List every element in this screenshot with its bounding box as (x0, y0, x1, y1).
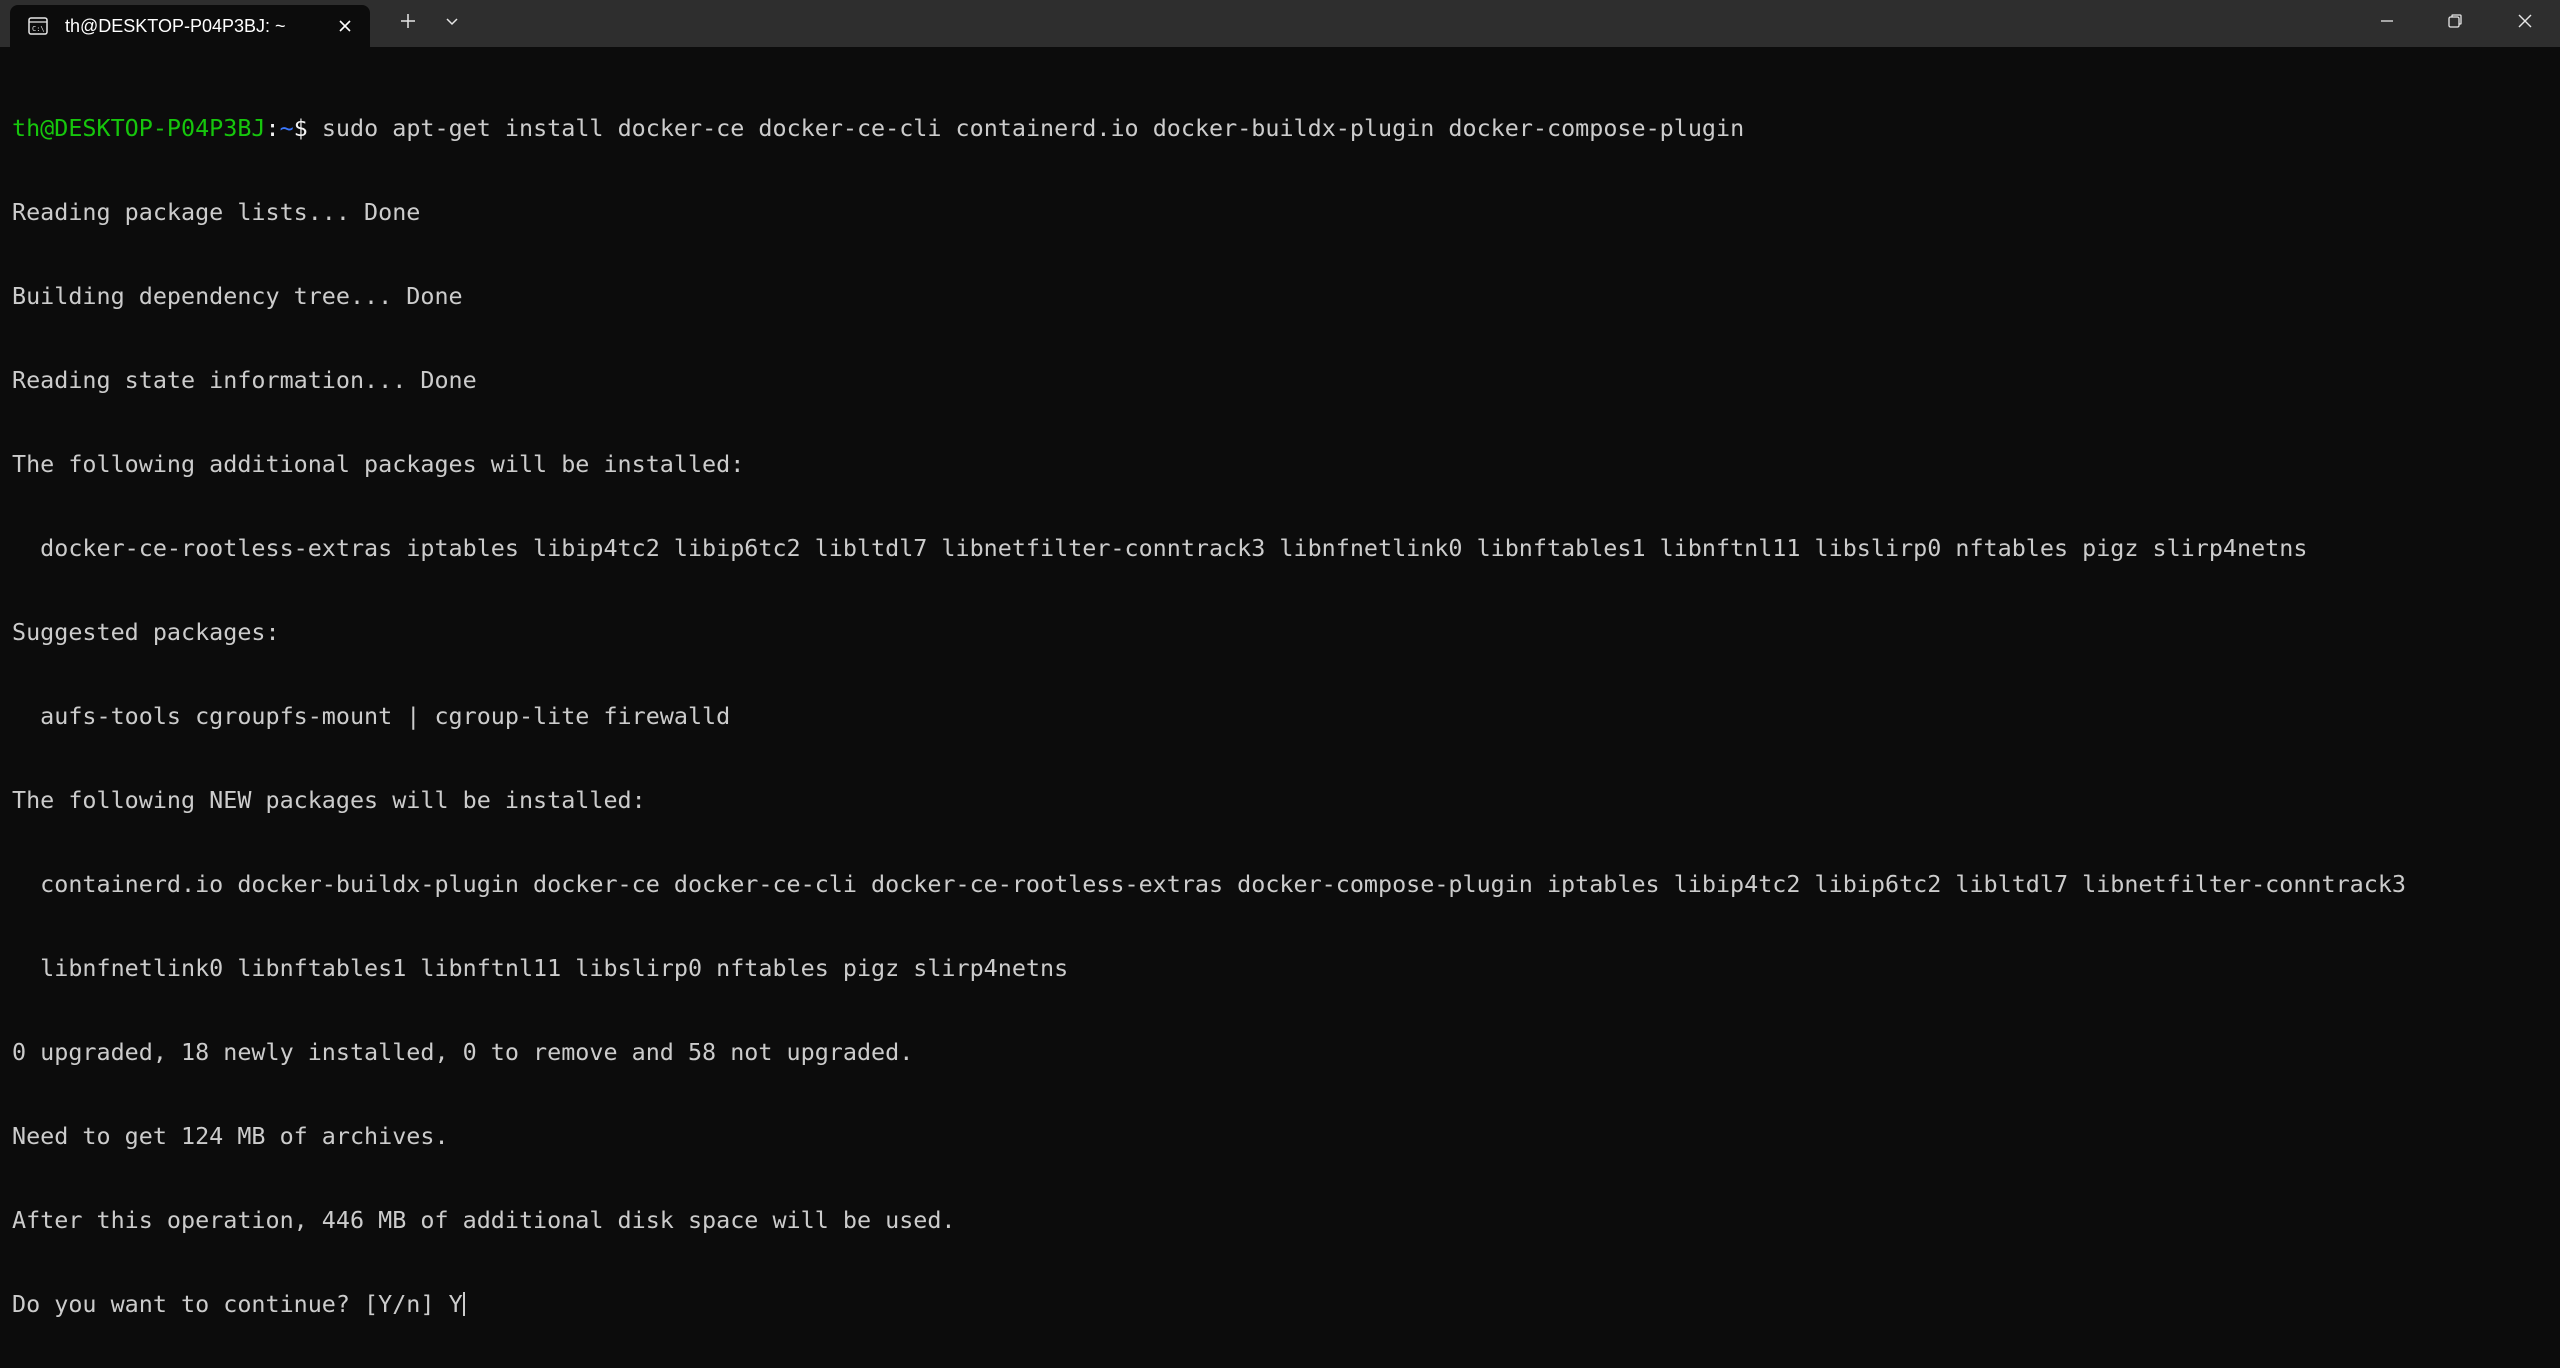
output-line: libnfnetlink0 libnftables1 libnftnl11 li… (12, 954, 1069, 982)
svg-text:C:\: C:\ (32, 25, 45, 33)
minimize-icon (2378, 12, 2396, 35)
terminal-icon: C:\ (28, 16, 48, 36)
output-line: The following additional packages will b… (12, 450, 745, 478)
command-line: th@DESKTOP-P04P3BJ:~$ sudo apt-get insta… (12, 114, 2552, 142)
output-line: Building dependency tree... Done (12, 282, 463, 310)
terminal-tab[interactable]: C:\ th@DESKTOP-P04P3BJ: ~ (10, 5, 370, 47)
chevron-down-icon (444, 13, 460, 34)
prompt-user-host: th@DESKTOP-P04P3BJ (12, 114, 266, 142)
output-line: The following NEW packages will be insta… (12, 786, 646, 814)
prompt-symbol: $ (293, 114, 308, 142)
confirm-prompt: Do you want to continue? [Y/n] (12, 1290, 449, 1318)
output-line: 0 upgraded, 18 newly installed, 0 to rem… (12, 1038, 914, 1066)
title-bar: C:\ th@DESKTOP-P04P3BJ: ~ (0, 0, 2560, 47)
new-tab-button[interactable] (390, 0, 426, 47)
close-icon (2516, 12, 2534, 35)
maximize-button[interactable] (2422, 0, 2488, 47)
output-line: docker-ce-rootless-extras iptables libip… (12, 534, 2308, 562)
minimize-button[interactable] (2354, 0, 2420, 47)
output-line: containerd.io docker-buildx-plugin docke… (12, 870, 2406, 898)
terminal-output[interactable]: th@DESKTOP-P04P3BJ:~$ sudo apt-get insta… (12, 58, 2552, 1358)
output-line: aufs-tools cgroupfs-mount | cgroup-lite … (12, 702, 731, 730)
restore-icon (2446, 12, 2464, 35)
prompt-path: ~ (279, 114, 294, 142)
output-line: Need to get 124 MB of archives. (12, 1122, 449, 1150)
prompt-colon: : (265, 114, 280, 142)
output-line: Reading state information... Done (12, 366, 477, 394)
plus-icon (398, 11, 418, 36)
tab-dropdown-button[interactable] (434, 0, 470, 47)
close-window-button[interactable] (2490, 0, 2560, 47)
close-tab-icon[interactable] (334, 15, 356, 37)
user-input[interactable]: Y (449, 1290, 463, 1318)
output-line: Reading package lists... Done (12, 198, 421, 226)
input-line[interactable]: Do you want to continue? [Y/n] Y (12, 1290, 2552, 1318)
tab-title: th@DESKTOP-P04P3BJ: ~ (65, 16, 286, 36)
output-line: After this operation, 446 MB of addition… (12, 1206, 956, 1234)
command-text: sudo apt-get install docker-ce docker-ce… (307, 114, 1745, 142)
text-cursor (462, 1292, 465, 1316)
output-line: Suggested packages: (12, 618, 280, 646)
